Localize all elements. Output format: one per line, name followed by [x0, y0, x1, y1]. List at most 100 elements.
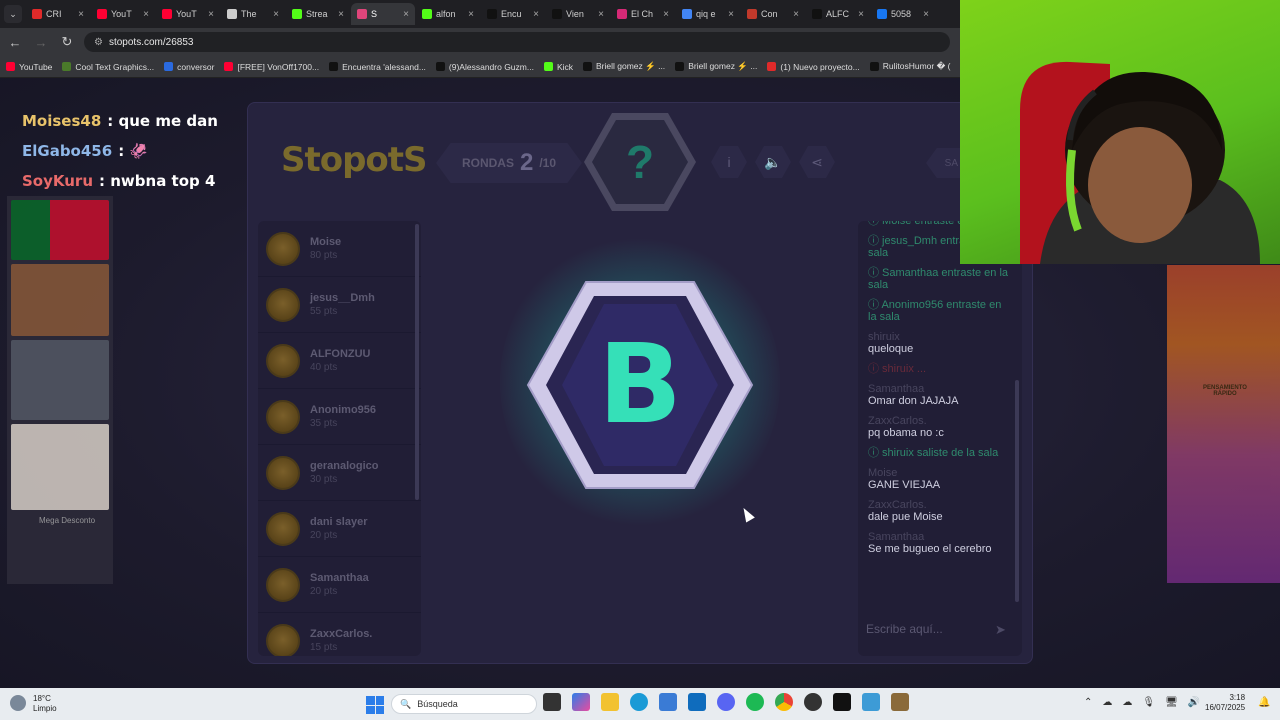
browser-tab[interactable]: YouT × — [91, 3, 155, 25]
send-icon[interactable]: ➤ — [995, 622, 1006, 638]
browser-tab[interactable]: Con × — [741, 3, 805, 25]
weather-icon[interactable] — [10, 695, 26, 711]
obs-icon[interactable] — [804, 693, 822, 711]
player-name: dani slayer — [310, 516, 368, 528]
tab-close-icon[interactable]: × — [78, 9, 84, 20]
webcam-person-image — [1020, 61, 1260, 264]
chat-text: queloque — [868, 343, 914, 355]
right-ad-banner[interactable]: PENSAMIENTO RÁPIDO — [1167, 265, 1280, 583]
browser-tab[interactable]: ALFC × — [806, 3, 870, 25]
address-bar-row: ← → ↻ ⚙ stopots.com/26853 — [0, 28, 960, 56]
browser-tab[interactable]: YouT × — [156, 3, 220, 25]
url-field[interactable]: ⚙ stopots.com/26853 — [84, 32, 950, 52]
spotify-icon[interactable] — [746, 693, 764, 711]
taskbar-search[interactable]: 🔍 Búsqueda — [391, 694, 537, 714]
browser-tab[interactable]: Encu × — [481, 3, 545, 25]
windows-start-icon[interactable] — [366, 696, 384, 714]
tab-favicon-icon — [747, 9, 757, 19]
chat-text: GANE VIEJAA — [868, 479, 941, 491]
bookmark-item[interactable]: conversor — [164, 62, 214, 72]
chrome-icon[interactable] — [775, 693, 793, 711]
cloud-icon[interactable]: ☁ — [1102, 697, 1112, 708]
bookmark-item[interactable]: Briell gomez ⚡ ... — [583, 61, 665, 72]
tab-favicon-icon — [422, 9, 432, 19]
notifications-icon[interactable]: 🔔 — [1258, 697, 1270, 708]
browser-tab[interactable]: CRI × — [26, 3, 90, 25]
weather-widget[interactable]: 18°C Limpio — [33, 694, 57, 714]
back-icon[interactable]: ← — [6, 33, 24, 51]
player-name: Moise — [310, 236, 342, 248]
player-name: Anonimo956 — [310, 404, 377, 416]
reload-icon[interactable]: ↻ — [58, 33, 76, 51]
bookmark-item[interactable]: Kick — [543, 62, 573, 72]
microphone-icon[interactable]: 🎙 — [1142, 697, 1155, 708]
tab-favicon-icon — [97, 9, 107, 19]
task-view-icon[interactable] — [543, 693, 561, 711]
bookmark-item[interactable]: Briell gomez ⚡ ... — [675, 61, 757, 72]
tab-close-icon[interactable]: × — [598, 9, 604, 20]
tab-close-icon[interactable]: × — [403, 9, 409, 20]
tab-close-icon[interactable]: × — [728, 9, 734, 20]
outlook-icon[interactable] — [688, 693, 706, 711]
ad-flag-image[interactable] — [11, 200, 109, 260]
browser-tab[interactable]: alfon × — [416, 3, 480, 25]
browser-tab[interactable]: Strea × — [286, 3, 350, 25]
capcut-icon[interactable] — [833, 693, 851, 711]
forward-icon[interactable]: → — [32, 33, 50, 51]
tab-search-button[interactable]: ⌄ — [4, 5, 22, 23]
discord-icon[interactable] — [717, 693, 735, 711]
tab-label: Vien — [566, 9, 584, 19]
tab-favicon-icon — [227, 9, 237, 19]
chat-scrollbar[interactable] — [1015, 380, 1019, 602]
browser-tab[interactable]: 5058 × — [871, 3, 935, 25]
tray-overflow-icon[interactable]: ⌃ — [1084, 697, 1092, 708]
ad-watch-image[interactable] — [11, 340, 109, 420]
browser-tab[interactable]: The × — [221, 3, 285, 25]
tab-close-icon[interactable]: × — [143, 9, 149, 20]
bookmark-item[interactable]: Encuentra 'alessand... — [329, 62, 426, 72]
bookmark-item[interactable]: Cool Text Graphics... — [62, 62, 154, 72]
tab-close-icon[interactable]: × — [533, 9, 539, 20]
bookmark-item[interactable]: [FREE] VonOff1700... — [224, 62, 319, 72]
volume-icon[interactable]: 🔊 — [1188, 697, 1200, 708]
browser-tab[interactable]: S × — [351, 3, 415, 25]
tab-close-icon[interactable]: × — [273, 9, 279, 20]
ad-caption[interactable]: Mega Desconto — [7, 514, 113, 525]
browser-tab[interactable]: qiq e × — [676, 3, 740, 25]
player-avatar — [266, 343, 300, 378]
chat-message: Moise GANE VIEJAA — [858, 467, 1022, 491]
copilot-icon[interactable] — [572, 693, 590, 711]
taskbar-clock[interactable]: 3:18 16/07/2025 — [1205, 693, 1245, 713]
file-explorer-icon[interactable] — [601, 693, 619, 711]
tab-label: The — [241, 9, 257, 19]
site-info-icon[interactable]: ⚙ — [94, 37, 103, 48]
tab-close-icon[interactable]: × — [338, 9, 344, 20]
tab-close-icon[interactable]: × — [923, 9, 929, 20]
browser-tab[interactable]: Vien × — [546, 3, 610, 25]
browser-tab[interactable]: El Ch × — [611, 3, 675, 25]
tab-close-icon[interactable]: × — [468, 9, 474, 20]
player-row: Samanthaa 20 pts — [258, 557, 421, 613]
tab-close-icon[interactable]: × — [208, 9, 214, 20]
tab-close-icon[interactable]: × — [663, 9, 669, 20]
tab-close-icon[interactable]: × — [793, 9, 799, 20]
store-icon[interactable] — [659, 693, 677, 711]
package-icon[interactable] — [891, 693, 909, 711]
tab-favicon-icon — [877, 9, 887, 19]
tab-close-icon[interactable]: × — [858, 9, 864, 20]
left-ad-column[interactable]: Mega Desconto — [7, 196, 113, 584]
tab-favicon-icon — [357, 9, 367, 19]
player-points: 15 pts — [310, 642, 338, 653]
bookmark-item[interactable]: (9)Alessandro Guzm... — [435, 62, 534, 72]
bookmark-item[interactable]: YouTube — [6, 62, 52, 72]
bookmark-item[interactable]: (1) Nuevo proyecto... — [767, 62, 860, 72]
bookmark-item[interactable]: RulitosHumor � ( — [869, 61, 951, 72]
players-scrollbar[interactable] — [415, 224, 419, 500]
app-icon[interactable] — [862, 693, 880, 711]
network-icon[interactable]: 🖥 — [1165, 697, 1178, 708]
onedrive-icon[interactable]: ☁ — [1122, 697, 1132, 708]
ad-clothing-image[interactable] — [11, 424, 109, 510]
ad-tools-image[interactable] — [11, 264, 109, 336]
tab-label: El Ch — [631, 9, 654, 19]
edge-icon[interactable] — [630, 693, 648, 711]
